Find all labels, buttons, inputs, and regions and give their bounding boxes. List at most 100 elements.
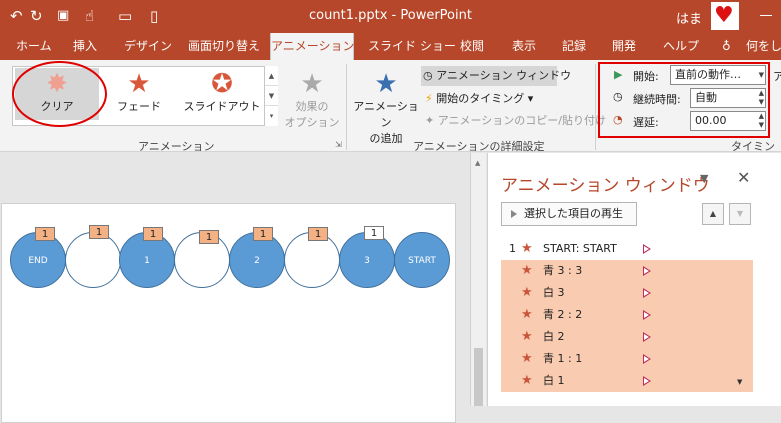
trigger-button[interactable]: ⚡ 開始のタイミング ▾ bbox=[425, 89, 533, 109]
tab-insert[interactable]: 挿入 bbox=[73, 33, 97, 60]
tab-slideshow[interactable]: スライド ショー bbox=[368, 33, 456, 60]
pane-clock-icon: ◷ bbox=[423, 69, 433, 82]
group-separator bbox=[346, 64, 347, 150]
effect-options-label: 効果の bbox=[295, 100, 329, 113]
dialog-launcher-icon[interactable]: ⇲ bbox=[335, 140, 342, 149]
item-number: 1 bbox=[509, 242, 516, 255]
tab-transitions[interactable]: 画面切り替え bbox=[188, 33, 260, 60]
star-icon: ★ bbox=[521, 241, 533, 256]
add-animation-button[interactable]: ★ アニメーション の追加 bbox=[350, 68, 422, 145]
start-value: 直前の動作… bbox=[675, 68, 741, 81]
animation-tag[interactable]: 1 bbox=[35, 227, 55, 241]
user-name[interactable]: はま bbox=[676, 8, 702, 27]
gallery-item-fade[interactable]: ★ フェード bbox=[97, 68, 181, 120]
ribbon: ✸ クリア ★ フェード ✪ スライドアウト ▲ ▼ ▾ ★ 効果の オプション… bbox=[0, 60, 781, 169]
animation-painter-button[interactable]: ✦ アニメーションのコピー/貼り付け bbox=[425, 111, 606, 131]
tab-design[interactable]: デザイン bbox=[124, 33, 172, 60]
heart-icon: ♥ bbox=[714, 3, 734, 28]
pane-options-icon[interactable]: ▼ bbox=[700, 172, 708, 185]
animation-tag[interactable]: 1 bbox=[199, 230, 219, 244]
painter-icon: ✦ bbox=[425, 114, 435, 127]
highlight-circle bbox=[12, 61, 107, 127]
shape-blue-3[interactable]: 3 bbox=[339, 232, 395, 288]
slide-scrollbar[interactable]: ▲ bbox=[470, 153, 486, 406]
timeline-marker-icon bbox=[643, 310, 651, 320]
shape-white-1[interactable] bbox=[65, 232, 121, 288]
lightning-icon: ⚡ bbox=[425, 92, 433, 105]
add-animation-label: の追加 bbox=[369, 132, 403, 145]
lightbulb-icon[interactable]: ♁ bbox=[722, 33, 731, 60]
gallery-up-icon[interactable]: ▲ bbox=[265, 66, 278, 86]
list-item[interactable]: ★ 青 1 : 1 bbox=[501, 348, 753, 370]
tab-tell-me[interactable]: 何をし bbox=[746, 33, 781, 60]
tab-view[interactable]: 表示 bbox=[512, 33, 536, 60]
duration-label: 継続時間: bbox=[633, 93, 681, 106]
spinner-icon[interactable]: ▲ ▼ bbox=[759, 89, 764, 107]
play-selected-button[interactable]: 選択した項目の再生 bbox=[501, 202, 637, 226]
list-item[interactable]: 1 ★ START: START bbox=[501, 238, 753, 260]
timeline-marker-icon bbox=[643, 376, 651, 386]
gallery-scrollbar[interactable]: ▲ ▼ ▾ bbox=[264, 66, 278, 126]
star-icon: ★ bbox=[521, 351, 533, 366]
slide[interactable]: END 1 2 3 START 1 1 1 1 1 1 1 bbox=[1, 203, 456, 423]
ribbon-tabs: ホーム 挿入 デザイン 画面切り替え アニメーション スライド ショー 校閲 表… bbox=[0, 33, 781, 60]
list-item[interactable]: ★ 青 2 : 2 bbox=[501, 304, 753, 326]
tab-help[interactable]: ヘルプ bbox=[663, 33, 699, 60]
start-select[interactable]: 直前の動作… ▼ bbox=[670, 65, 766, 85]
duration-input[interactable]: 自動 ▲ ▼ bbox=[690, 88, 766, 108]
effect-options-button[interactable]: ★ 効果の オプション bbox=[284, 68, 340, 129]
close-icon[interactable]: ✕ bbox=[737, 168, 750, 187]
gallery-item-slideout[interactable]: ✪ スライドアウト bbox=[180, 68, 264, 120]
chevron-down-icon: ▼ bbox=[758, 71, 764, 79]
gallery-item-label: フェード bbox=[117, 100, 161, 113]
animation-tag[interactable]: 1 bbox=[364, 226, 384, 240]
item-name: 白 1 bbox=[543, 374, 565, 387]
gallery-item-label: スライドアウト bbox=[183, 100, 261, 113]
effect-options-label: オプション bbox=[284, 116, 340, 129]
star-icon: ★ bbox=[521, 307, 533, 322]
timeline-marker-icon bbox=[643, 288, 651, 298]
scroll-up-icon[interactable]: ▲ bbox=[475, 159, 480, 167]
scroll-thumb[interactable] bbox=[474, 348, 483, 406]
delay-input[interactable]: 00.00 ▲ ▼ bbox=[690, 111, 766, 131]
animation-tag[interactable]: 1 bbox=[253, 227, 273, 241]
animation-pane-button[interactable]: ◷ アニメーション ウィンドウ bbox=[421, 66, 571, 86]
tab-record[interactable]: 記録 bbox=[562, 33, 586, 60]
trigger-label: 開始のタイミング bbox=[436, 92, 525, 105]
item-name: 白 3 bbox=[543, 286, 565, 299]
tab-developer[interactable]: 開発 bbox=[612, 33, 636, 60]
tab-animations[interactable]: アニメーション bbox=[270, 33, 355, 60]
group-label-animation: アニメーション bbox=[138, 140, 215, 153]
title-bar: ↶ ↻ ▣ ☝ ▭ ▯ count1.pptx - PowerPoint はま … bbox=[0, 0, 781, 33]
list-scroll-down-icon[interactable]: ▼ bbox=[737, 378, 742, 386]
timeline-marker-icon bbox=[643, 354, 651, 364]
minimize-button[interactable] bbox=[752, 2, 776, 30]
animation-tag[interactable]: 1 bbox=[143, 227, 163, 241]
animation-pane: アニメーション ウィンドウ ▼ ✕ 選択した項目の再生 ▲ ▼ 1 ★ STAR… bbox=[487, 153, 781, 406]
list-item[interactable]: ★ 白 2 bbox=[501, 326, 753, 348]
document-title: count1.pptx - PowerPoint bbox=[309, 8, 472, 23]
tab-review[interactable]: 校閲 bbox=[460, 33, 484, 60]
spinner-icon[interactable]: ▲ ▼ bbox=[759, 112, 764, 130]
animation-tag[interactable]: 1 bbox=[89, 225, 109, 239]
delay-value: 00.00 bbox=[695, 114, 727, 127]
item-name: 青 3 : 3 bbox=[543, 264, 583, 277]
add-star-icon: ★ bbox=[374, 69, 398, 99]
list-item[interactable]: ★ 白 3 bbox=[501, 282, 753, 304]
painter-label: アニメーションのコピー/貼り付け bbox=[437, 114, 606, 127]
list-item[interactable]: ★ 白 1 bbox=[501, 370, 753, 392]
item-name: 青 1 : 1 bbox=[543, 352, 583, 365]
star-down-icon: ✪ bbox=[211, 69, 233, 99]
move-up-button[interactable]: ▲ bbox=[702, 203, 724, 225]
duration-value: 自動 bbox=[695, 91, 717, 104]
move-down-button[interactable]: ▼ bbox=[729, 203, 751, 225]
animation-tag[interactable]: 1 bbox=[308, 227, 328, 241]
list-item[interactable]: ★ 青 3 : 3 bbox=[501, 260, 753, 282]
tab-home[interactable]: ホーム bbox=[16, 33, 52, 60]
shape-start[interactable]: START bbox=[394, 232, 450, 288]
gallery-more-icon[interactable]: ▾ bbox=[265, 106, 278, 126]
delay-icon: ◔ bbox=[613, 113, 623, 126]
group-separator bbox=[595, 64, 596, 150]
gallery-down-icon[interactable]: ▼ bbox=[265, 86, 278, 106]
avatar[interactable]: ♥ bbox=[711, 2, 739, 30]
